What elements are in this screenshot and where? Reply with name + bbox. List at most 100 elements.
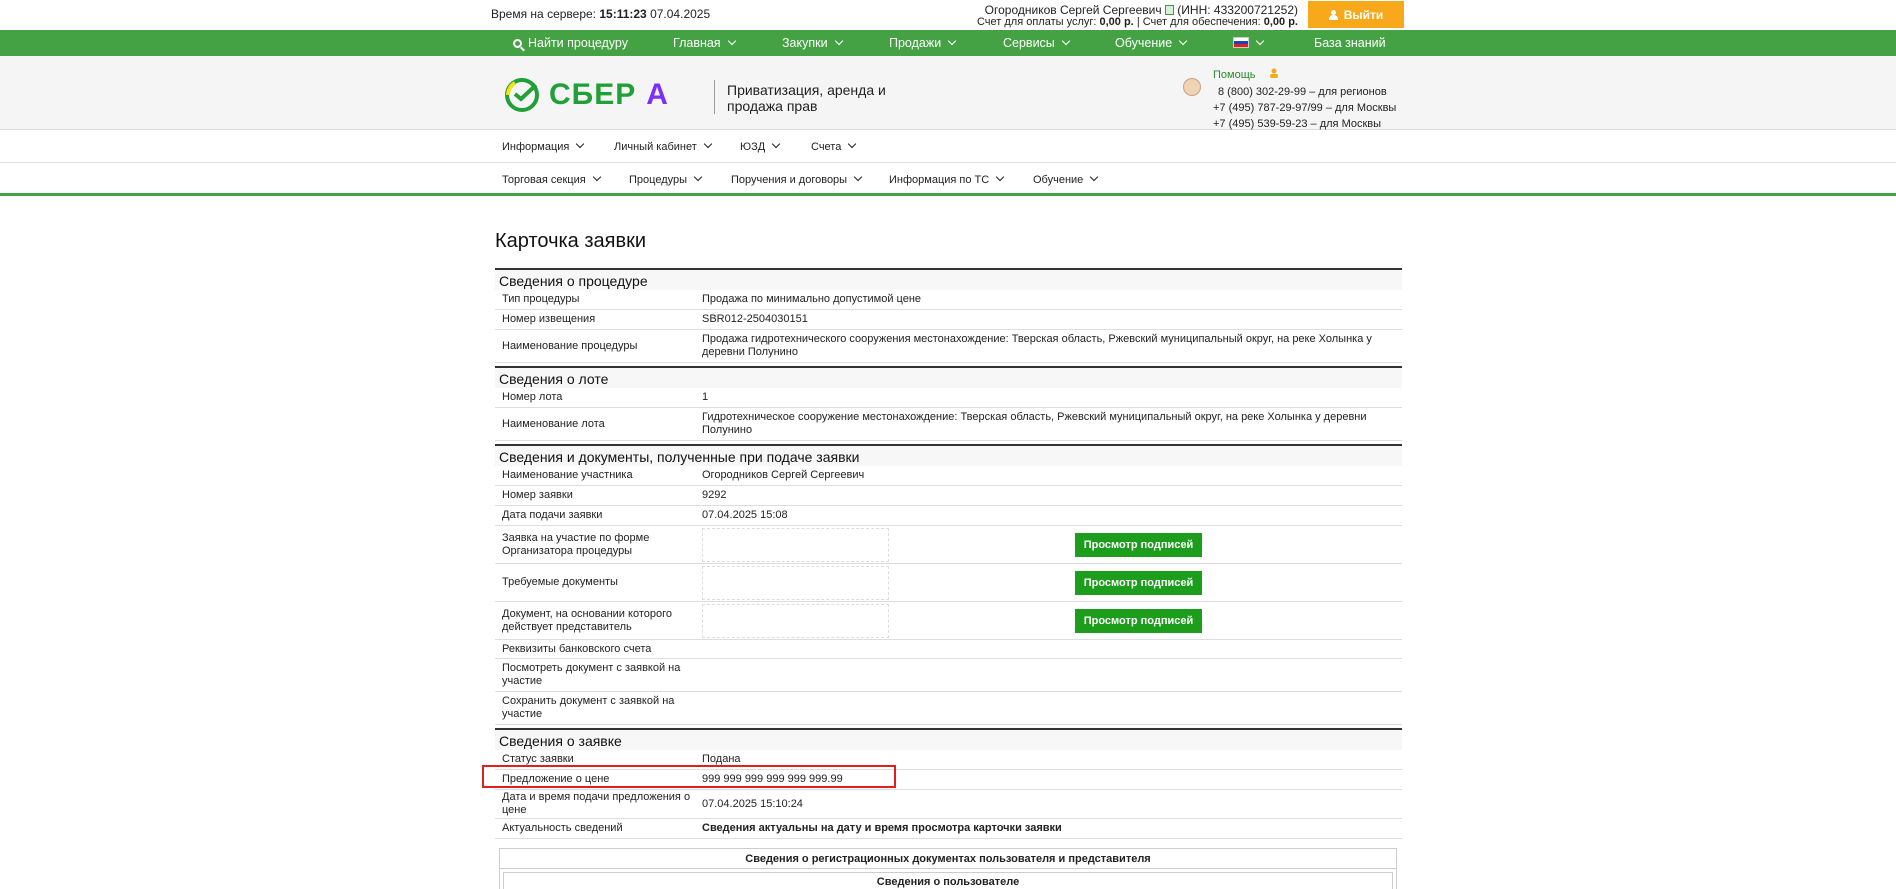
nav-knowledge-base[interactable]: База знаний: [1314, 30, 1386, 56]
row-label: Документ, на основании которого действуе…: [502, 607, 672, 633]
row-value: Огородников Сергей Сергеевич: [702, 469, 865, 481]
menu-ts-information[interactable]: Информация по ТС: [889, 172, 1005, 186]
help-link[interactable]: Помощь: [1213, 69, 1256, 81]
table-row: Посмотреть документ с заявкой на участие: [495, 659, 1402, 692]
support-avatar: [1183, 78, 1201, 96]
nav-sales[interactable]: Продажи: [889, 30, 957, 56]
table-row: Наименование процедуры Продажа гидротехн…: [495, 330, 1402, 363]
nav-main[interactable]: Главная: [673, 30, 736, 56]
menu-personal-cabinet[interactable]: Личный кабинет: [614, 139, 713, 153]
document-icon[interactable]: [1164, 5, 1174, 15]
logout-label: Выйти: [1343, 7, 1384, 22]
document-slot[interactable]: [702, 527, 889, 562]
user-icon: [1328, 9, 1338, 20]
document-row: Документ, на основании которого действуе…: [495, 602, 1402, 640]
row-label: Наименование процедуры: [502, 339, 638, 352]
menu-personal-cabinet-label: Личный кабинет: [614, 141, 697, 153]
logo-tagline: Приватизация, аренда и продажа прав: [727, 82, 886, 114]
row-value: Гидротехническое сооружение местонахожде…: [702, 411, 1367, 436]
russia-flag-icon: [1233, 37, 1249, 48]
chevron-down-icon: [592, 172, 601, 182]
chevron-down-icon: [1090, 172, 1099, 182]
view-signatures-button[interactable]: Просмотр подписей: [1075, 570, 1202, 595]
row-label: Дата и время подачи предложения о цене: [502, 791, 691, 816]
server-time-value: 15:11:23: [599, 7, 647, 21]
row-value: Продажа гидротехнического сооружения мес…: [702, 333, 1372, 358]
site-header: СБЕР А Приватизация, аренда и продажа пра…: [0, 56, 1896, 130]
menu-information-label: Информация: [502, 141, 570, 153]
user-inn: (ИНН: 433200721252): [1177, 3, 1298, 17]
balance-services-label: Счет для оплаты услуг:: [976, 16, 1097, 28]
logout-button[interactable]: Выйти: [1308, 1, 1404, 28]
row-value: 07.04.2025 15:10:24: [702, 797, 803, 810]
menu-orders-contracts-label: Поручения и договоры: [731, 174, 848, 186]
row-label: Актуальность сведений: [502, 822, 623, 834]
menu-procedures[interactable]: Процедуры: [629, 172, 703, 186]
table-row: Номер лота 1: [495, 388, 1402, 408]
nav-training-label: Обучение: [1115, 36, 1173, 50]
nav-find-procedure-label: Найти процедуру: [528, 36, 628, 50]
main-nav: Найти процедуру Главная Закупки Продажи …: [0, 30, 1896, 56]
nav-find-procedure[interactable]: Найти процедуру: [513, 30, 628, 56]
nav-training[interactable]: Обучение: [1115, 30, 1188, 56]
menu-yuzd[interactable]: ЮЗД: [740, 139, 781, 153]
menu-information[interactable]: Информация: [502, 139, 585, 153]
server-date: 07.04.2025: [650, 7, 711, 21]
user-info: Огородников Сергей Сергеевич (ИНН: 43320…: [977, 4, 1298, 28]
document-slot[interactable]: [702, 603, 889, 638]
logo-suffix: А: [646, 78, 669, 111]
menu-accounts[interactable]: Счета: [811, 139, 857, 153]
server-time: Время на сервере: 15:11:23 07.04.2025: [491, 7, 710, 21]
nav-knowledge-base-label: База знаний: [1314, 36, 1386, 50]
chevron-down-icon: [848, 139, 857, 149]
table-row: Наименование участника Огородников Серге…: [495, 466, 1402, 486]
menu-trading-section[interactable]: Торговая секция: [502, 172, 601, 186]
user-name[interactable]: Огородников Сергей Сергеевич: [985, 3, 1162, 17]
server-time-label: Время на сервере:: [491, 7, 597, 21]
row-label: Номер лота: [502, 391, 563, 403]
menu-ts-information-label: Информация по ТС: [889, 174, 990, 186]
document-slot[interactable]: [702, 565, 889, 600]
chevron-down-icon: [1255, 36, 1265, 46]
view-signatures-button[interactable]: Просмотр подписей: [1075, 608, 1202, 633]
view-signatures-button[interactable]: Просмотр подписей: [1075, 532, 1202, 557]
chevron-down-icon: [1061, 36, 1071, 46]
section-application-title: Сведения о заявке: [495, 728, 1402, 750]
phone-moscow-1: +7 (495) 787-29-97/99 – для Москвы: [1213, 102, 1397, 114]
chevron-down-icon: [703, 139, 713, 149]
document-row: Требуемые документы Просмотр подписей: [495, 564, 1402, 602]
chevron-down-icon: [995, 172, 1005, 182]
chevron-down-icon: [853, 172, 863, 182]
row-value: 9292: [702, 489, 727, 501]
nav-services[interactable]: Сервисы: [1003, 30, 1071, 56]
nav-purchases[interactable]: Закупки: [782, 30, 843, 56]
nav-language[interactable]: [1233, 30, 1265, 56]
menu-accounts-label: Счета: [811, 141, 842, 153]
table-row: Тип процедуры Продажа по минимально допу…: [495, 290, 1402, 310]
row-value: Сведения актуальны на дату и время просм…: [702, 822, 1062, 834]
row-value: 1: [702, 391, 709, 403]
table-row: Актуальность сведений Сведения актуальны…: [495, 819, 1402, 839]
sber-logo-icon: [505, 78, 539, 112]
row-label: Дата подачи заявки: [502, 509, 603, 521]
chevron-down-icon: [947, 36, 957, 46]
chevron-down-icon: [727, 36, 736, 46]
row-label: Заявка на участие по форме Организатора …: [502, 531, 650, 557]
chevron-down-icon: [771, 139, 781, 149]
chevron-down-icon: [576, 139, 585, 149]
registration-documents-table: Сведения о регистрационных документах по…: [499, 848, 1397, 889]
chevron-down-icon: [1178, 36, 1188, 46]
menu-training[interactable]: Обучение: [1033, 172, 1099, 186]
support-icon[interactable]: [1268, 67, 1280, 79]
registration-documents-title: Сведения о регистрационных документах по…: [500, 849, 1396, 869]
balance-security-value: 0,00 р.: [1263, 16, 1298, 28]
balance-services-value: 0,00 р.: [1099, 16, 1134, 28]
menu-orders-contracts[interactable]: Поручения и договоры: [731, 172, 863, 186]
menu-trading-section-label: Торговая секция: [502, 174, 586, 186]
chevron-down-icon: [834, 36, 843, 46]
logo-divider: [714, 80, 715, 114]
table-row: Дата и время подачи предложения о цене 0…: [495, 790, 1402, 819]
page-title: Карточка заявки: [495, 230, 647, 252]
logo[interactable]: СБЕР А: [503, 76, 669, 114]
table-row: Номер заявки 9292: [495, 486, 1402, 506]
